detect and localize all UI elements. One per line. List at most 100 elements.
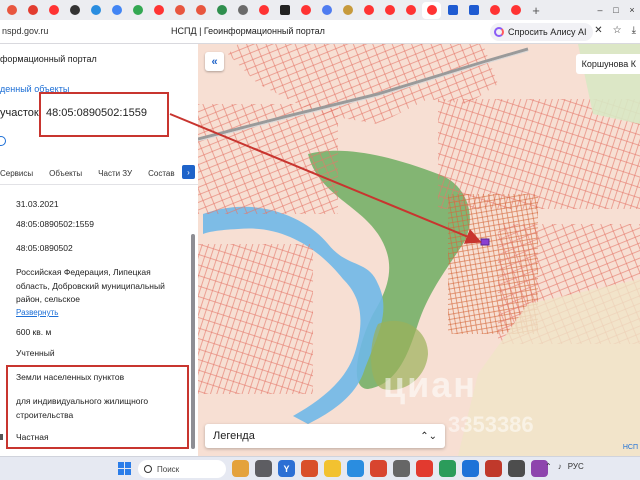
generic-favicon-icon	[174, 5, 185, 15]
browser-tab[interactable]	[380, 2, 399, 19]
browser-tab[interactable]	[317, 2, 336, 19]
browser-tab[interactable]	[149, 2, 168, 19]
taskbar-search-label: Поиск	[157, 464, 180, 474]
collapse-panel-button[interactable]: «	[205, 52, 224, 71]
ask-alice-button[interactable]: Спросить Алису AI	[490, 23, 593, 41]
watermark-id: 3353386	[448, 412, 534, 437]
dark-circle-favicon-icon	[69, 5, 80, 15]
drive-favicon-icon	[132, 5, 143, 15]
search-icon	[144, 465, 152, 473]
url-field[interactable]: nspd.gov.ru	[2, 26, 48, 36]
taskbar-search[interactable]: Поиск	[138, 460, 226, 478]
browser-tab[interactable]	[65, 2, 84, 19]
registration-date: 31.03.2021	[16, 199, 59, 209]
annotation-box-details	[6, 365, 189, 449]
browser-tab[interactable]	[338, 2, 357, 19]
close-window-button[interactable]: ×	[624, 0, 640, 20]
annotation-box-parcel	[39, 92, 169, 137]
generic-favicon-icon	[6, 5, 17, 15]
bookmark-icon[interactable]: ☆	[613, 25, 622, 36]
terminal-app-icon[interactable]	[508, 460, 525, 477]
tab-parcel-parts[interactable]: Части ЗУ	[98, 169, 132, 178]
browser-tab[interactable]	[44, 2, 63, 19]
status-value: Учтенный	[16, 348, 55, 358]
tray-chevron-icon[interactable]: ⌃	[545, 462, 552, 471]
browser-tab[interactable]	[128, 2, 147, 19]
edge-app-icon[interactable]	[439, 460, 456, 477]
tabs-scroll-right-button[interactable]: ›	[182, 165, 195, 179]
tab-objects[interactable]: Объекты	[49, 169, 82, 178]
tab-services[interactable]: Сервисы	[0, 169, 33, 178]
alice-icon	[494, 27, 504, 37]
browser-tab[interactable]	[254, 2, 273, 19]
browser-tab[interactable]	[443, 2, 462, 19]
music-app-icon[interactable]	[301, 460, 318, 477]
place-search-label[interactable]: Коршунова К	[575, 54, 640, 74]
minimize-button[interactable]: –	[592, 0, 608, 20]
browser-tab[interactable]	[359, 2, 378, 19]
maximize-button[interactable]: □	[608, 0, 624, 20]
yandex-favicon-icon	[153, 5, 164, 15]
browser-tab[interactable]	[233, 2, 252, 19]
panel-tabs: Сервисы Объекты Части ЗУ Состав ›	[0, 162, 198, 184]
tray-language[interactable]: РУС	[568, 462, 584, 471]
browser-tab[interactable]	[212, 2, 231, 19]
download-icon[interactable]: ⤓	[632, 25, 636, 36]
store-app-icon[interactable]	[347, 460, 364, 477]
flag-favicon-icon	[468, 5, 479, 15]
pdf-app-icon[interactable]	[485, 460, 502, 477]
chrome-app-icon[interactable]	[416, 460, 433, 477]
yandex-favicon-icon	[405, 5, 416, 15]
tabs-divider	[0, 184, 198, 185]
browser-tab[interactable]	[401, 2, 420, 19]
list-marker	[0, 434, 3, 440]
system-tray: ⌃ ♪ РУС	[545, 462, 584, 471]
browser-tab[interactable]	[422, 1, 441, 19]
browser-tab[interactable]	[170, 2, 189, 19]
speaker-icon[interactable]: ♪	[558, 462, 562, 471]
browser-tab[interactable]	[506, 2, 525, 19]
new-tab-button[interactable]: +	[528, 2, 544, 18]
taskview-app-icon[interactable]	[393, 460, 410, 477]
expand-address-link[interactable]: Развернуть	[16, 306, 58, 320]
map-attribution[interactable]: НСП	[623, 444, 638, 451]
extensions-icon[interactable]: ✕	[594, 25, 602, 36]
browser-tab[interactable]	[86, 2, 105, 19]
page-title: НСПД | Геоинформационный портал	[171, 26, 325, 36]
file-explorer-icon[interactable]	[255, 460, 272, 477]
browser-tab[interactable]	[107, 2, 126, 19]
browser-tab[interactable]	[2, 2, 21, 19]
browser-tab[interactable]	[296, 2, 315, 19]
flag-favicon-icon	[447, 5, 458, 15]
map-view[interactable]: « Коршунова К циан 3353386 Легенда ⌃⌄ НС…	[198, 44, 640, 456]
browser-tab[interactable]	[191, 2, 210, 19]
windows-start-icon[interactable]	[118, 462, 131, 475]
browser-tab[interactable]	[23, 2, 42, 19]
diamond-favicon-icon	[321, 5, 332, 15]
cadastral-quarter: 48:05:0890502	[16, 243, 73, 253]
legend-dropdown[interactable]: Легенда ⌃⌄	[205, 424, 445, 448]
browser-tab-strip: +	[0, 0, 640, 20]
video-app-icon[interactable]	[462, 460, 479, 477]
photos-app-icon[interactable]	[232, 460, 249, 477]
browser-tab[interactable]	[275, 2, 294, 19]
yandex-favicon-icon	[510, 5, 521, 15]
zoom-to-icon[interactable]	[0, 136, 6, 146]
ask-alice-label: Спросить Алису AI	[508, 27, 587, 37]
panel-scrollbar[interactable]	[191, 234, 195, 449]
browser-tab[interactable]	[485, 2, 504, 19]
area-value: 600 кв. м	[16, 327, 52, 337]
tab-list	[2, 1, 525, 19]
taskbar: Поиск Y ⌃ ♪ РУС	[0, 456, 640, 480]
google-favicon-icon	[111, 5, 122, 15]
yandex-browser-icon[interactable]: Y	[278, 460, 295, 477]
tab-composition[interactable]: Состав	[148, 169, 175, 178]
browser-tab[interactable]	[464, 2, 483, 19]
office-app-icon[interactable]	[370, 460, 387, 477]
watermark: циан	[383, 364, 478, 405]
folder-icon[interactable]	[324, 460, 341, 477]
camera-favicon-icon	[237, 5, 248, 15]
generic-favicon-icon	[195, 5, 206, 15]
sun-favicon-icon	[342, 5, 353, 15]
window-controls: – □ ×	[592, 0, 640, 20]
